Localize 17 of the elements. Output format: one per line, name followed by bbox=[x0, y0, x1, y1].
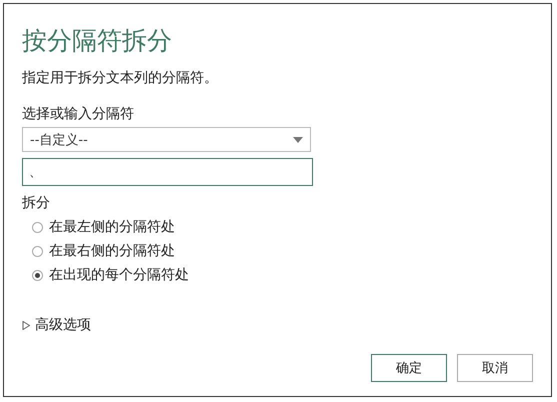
delimiter-input[interactable]: 、 bbox=[22, 158, 313, 186]
advanced-options-label: 高级选项 bbox=[35, 316, 91, 334]
split-option[interactable]: 在最右侧的分隔符处 bbox=[32, 242, 533, 260]
split-label: 拆分 bbox=[22, 194, 51, 212]
description-text: 指定用于拆分文本列的分隔符。 bbox=[22, 69, 219, 87]
advanced-options-toggle[interactable]: 高级选项 bbox=[22, 316, 533, 334]
split-option[interactable]: 在出现的每个分隔符处 bbox=[32, 266, 533, 284]
dialog-title: 按分隔符拆分 bbox=[22, 25, 173, 57]
delimiter-dropdown[interactable]: --自定义-- bbox=[22, 127, 311, 152]
split-option[interactable]: 在最左侧的分隔符处 bbox=[32, 218, 533, 236]
option-label: 在最右侧的分隔符处 bbox=[49, 242, 175, 260]
ok-button[interactable]: 确定 bbox=[371, 354, 447, 382]
option-label: 在出现的每个分隔符处 bbox=[49, 266, 189, 284]
cancel-button[interactable]: 取消 bbox=[457, 354, 533, 382]
delimiter-label: 选择或输入分隔符 bbox=[22, 105, 135, 123]
option-label: 在最左侧的分隔符处 bbox=[49, 218, 175, 236]
dropdown-caret-icon bbox=[293, 136, 303, 142]
